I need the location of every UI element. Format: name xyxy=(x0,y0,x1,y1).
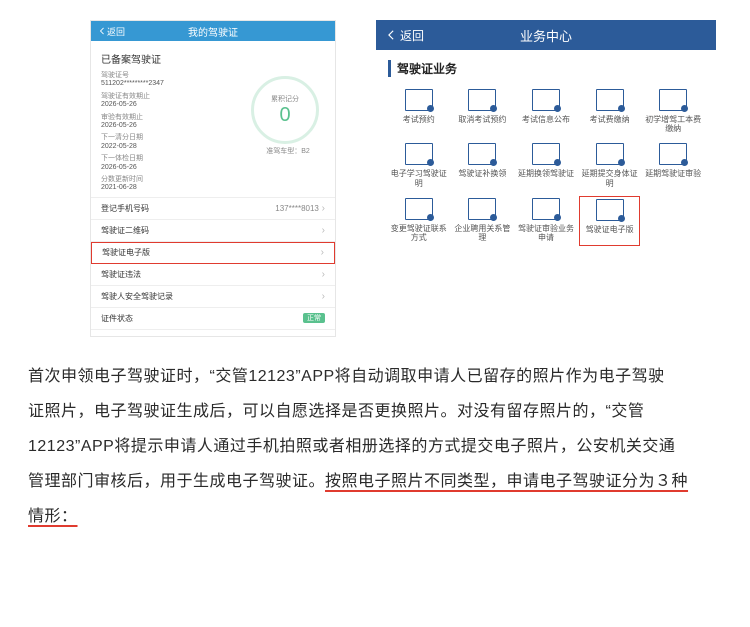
service-icon xyxy=(596,143,624,165)
ring-caption: 准驾车型：B2 xyxy=(266,146,310,156)
p2-service-item[interactable]: 企业聘用关系管理 xyxy=(452,196,514,246)
service-icon xyxy=(532,143,560,165)
chevron-right-icon: › xyxy=(322,269,325,280)
p2-service-label: 企业聘用关系管理 xyxy=(454,224,510,242)
service-icon xyxy=(596,89,624,111)
p2-service-item[interactable]: 取消考试预约 xyxy=(452,87,514,135)
p1-info-1: 驾驶证有效期止 2026-05-26 xyxy=(101,93,251,110)
service-icon xyxy=(468,89,496,111)
p1-item-elicense[interactable]: 驾驶证电子版 › xyxy=(91,242,335,264)
p2-section-title: 驾驶证业务 xyxy=(388,60,704,77)
chevron-right-icon: › xyxy=(319,203,325,214)
p1-info-4: 下一体检日期 2026-05-26 xyxy=(101,155,251,172)
p2-service-label: 考试信息公布 xyxy=(522,115,570,133)
p2-service-label: 变更驾驶证联系方式 xyxy=(391,224,447,242)
p1-section-title: 已备案驾驶证 xyxy=(91,47,335,72)
service-icon xyxy=(468,143,496,165)
p1-info-5: 分数更新时间 2021-06-28 xyxy=(101,176,251,193)
p1-menu-list: 登记手机号码 137****8013 › 驾驶证二维码 › 驾驶证电子版 › 驾… xyxy=(91,197,335,330)
chevron-right-icon: › xyxy=(322,225,325,236)
chevron-left-icon xyxy=(384,28,398,42)
p1-header: 返回 我的驾驶证 xyxy=(91,21,335,41)
p2-service-label: 初学增驾工本费缴纳 xyxy=(645,115,701,133)
service-icon xyxy=(596,199,624,221)
p2-service-label: 取消考试预约 xyxy=(458,115,506,133)
p1-item-safety-record[interactable]: 驾驶人安全驾驶记录 › xyxy=(91,286,335,308)
chevron-right-icon: › xyxy=(322,291,325,302)
p2-service-item[interactable]: 电子学习驾驶证明 xyxy=(388,141,450,189)
p1-back-button[interactable]: 返回 xyxy=(97,25,125,38)
p2-service-item[interactable]: 驾驶证补换领 xyxy=(452,141,514,189)
article-line: 12123”APP将提示申请人通过手机拍照或者相册选择的方式提交电子照片，公安机… xyxy=(28,429,720,464)
p2-service-label: 驾驶证审验业务申请 xyxy=(518,224,574,242)
p1-title: 我的驾驶证 xyxy=(188,24,238,39)
p2-title: 业务中心 xyxy=(520,26,572,45)
service-icon xyxy=(659,143,687,165)
p2-service-item[interactable]: 延期提交身体证明 xyxy=(579,141,641,189)
article-body: 首次申领电子驾驶证时，“交管12123”APP将自动调取申请人已留存的照片作为电… xyxy=(0,349,750,535)
p1-back-label: 返回 xyxy=(107,25,125,38)
p1-item-qrcode[interactable]: 驾驶证二维码 › xyxy=(91,220,335,242)
article-line: 证照片，电子驾驶证生成后，可以自愿选择是否更换照片。对没有留存照片的，“交管 xyxy=(28,394,720,429)
p2-back-button[interactable]: 返回 xyxy=(384,27,424,44)
service-icon xyxy=(532,198,560,220)
p2-service-label: 驾驶证电子版 xyxy=(586,225,634,243)
service-icon xyxy=(405,143,433,165)
article-line: 首次申领电子驾驶证时，“交管12123”APP将自动调取申请人已留存的照片作为电… xyxy=(28,359,720,394)
p1-info-0: 驾驶证号 511202*********2347 xyxy=(101,72,251,89)
p2-service-label: 延期提交身体证明 xyxy=(582,169,638,187)
p2-service-item[interactable]: 变更驾驶证联系方式 xyxy=(388,196,450,246)
service-icon xyxy=(659,89,687,111)
p2-back-label: 返回 xyxy=(400,27,424,44)
service-icon xyxy=(405,89,433,111)
p1-item-violation[interactable]: 驾驶证违法 › xyxy=(91,264,335,286)
p2-service-item[interactable]: 驾驶证电子版 xyxy=(579,196,641,246)
p1-item-phone[interactable]: 登记手机号码 137****8013 › xyxy=(91,198,335,220)
service-icon xyxy=(532,89,560,111)
p2-service-item[interactable]: 考试费缴纳 xyxy=(579,87,641,135)
p2-service-item[interactable]: 考试预约 xyxy=(388,87,450,135)
p2-service-label: 考试预约 xyxy=(403,115,435,133)
phone-screenshot-service-center: 返回 业务中心 驾驶证业务 考试预约 取消考试预约考试信息公布 考试费缴纳初学增驾工… xyxy=(376,20,716,250)
p2-service-item[interactable]: 驾驶证审验业务申请 xyxy=(515,196,577,246)
p1-info-3: 下一清分日期 2022-05-28 xyxy=(101,134,251,151)
service-icon xyxy=(468,198,496,220)
p1-info-2: 审验有效期止 2026-05-26 xyxy=(101,114,251,131)
article-line: 情形： xyxy=(28,499,720,534)
p2-header: 返回 业务中心 xyxy=(376,20,716,50)
p1-item-status: 证件状态 正常 xyxy=(91,308,335,330)
p2-service-item[interactable]: 延期换领驾驶证 xyxy=(515,141,577,189)
p2-services-grid: 考试预约取消考试预约考试信息公布考试费缴纳初学增驾工本费缴纳电子学习驾驶证明驾驶… xyxy=(388,87,704,246)
article-underlined: 情形： xyxy=(28,508,78,525)
p2-service-label: 电子学习驾驶证明 xyxy=(391,169,447,187)
p2-service-label: 延期驾驶证审验 xyxy=(645,169,701,187)
phone-screenshot-my-license: 返回 我的驾驶证 已备案驾驶证 驾驶证号 511202*********2347… xyxy=(90,20,336,337)
p2-service-label: 延期换领驾驶证 xyxy=(518,169,574,187)
p2-service-label: 驾驶证补换领 xyxy=(458,169,506,187)
chevron-left-icon xyxy=(97,26,107,36)
status-badge: 正常 xyxy=(303,313,325,323)
article-line: 管理部门审核后，用于生成电子驾驶证。按照电子照片不同类型，申请电子驾驶证分为３种 xyxy=(28,464,720,499)
article-underlined: 按照电子照片不同类型，申请电子驾驶证分为３种 xyxy=(325,473,688,490)
p2-service-item[interactable]: 延期驾驶证审验 xyxy=(642,141,704,189)
points-ring: 累积记分 0 xyxy=(251,76,319,144)
service-icon xyxy=(405,198,433,220)
p2-service-item[interactable]: 初学增驾工本费缴纳 xyxy=(642,87,704,135)
p2-service-label: 考试费缴纳 xyxy=(590,115,630,133)
chevron-right-icon: › xyxy=(321,247,324,258)
p2-service-item[interactable]: 考试信息公布 xyxy=(515,87,577,135)
